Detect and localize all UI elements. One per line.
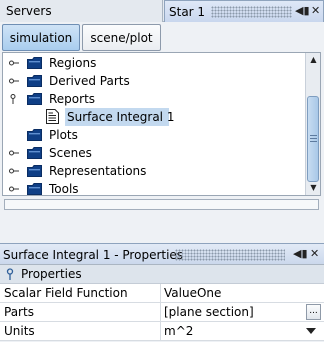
minimize-icon[interactable]: ◀▮: [293, 248, 308, 260]
close-icon[interactable]: ✕: [310, 248, 319, 260]
expanded-handle-icon[interactable]: [9, 94, 19, 104]
tree-item-surface-integral-1[interactable]: Surface Integral 1: [3, 108, 305, 126]
tree-item-label: Derived Parts: [49, 74, 130, 88]
tree-item-label: Plots: [49, 128, 78, 142]
tree-item-regions[interactable]: Regions: [3, 54, 305, 72]
subtab-scene-plot-label: scene/plot: [90, 31, 153, 45]
tab-servers-label: Servers: [6, 4, 52, 18]
drag-grip[interactable]: [211, 6, 292, 18]
property-key: Scalar Field Function: [4, 286, 128, 300]
folder-icon: [27, 129, 42, 141]
tree-vertical-scrollbar[interactable]: ▲ ▼: [305, 53, 320, 195]
column-divider: [160, 322, 161, 341]
scrollbar-thumb[interactable]: [307, 96, 319, 182]
tree-item-label: Surface Integral 1: [67, 110, 175, 124]
properties-panel-header: Surface Integral 1 - Properties ◀▮ ✕: [0, 243, 324, 265]
folder-icon: [27, 165, 42, 177]
column-divider: [160, 284, 161, 303]
minimize-icon[interactable]: ◀▮: [295, 5, 310, 17]
tree-item-tools[interactable]: Tools: [3, 180, 305, 198]
scroll-down-icon[interactable]: ▼: [306, 181, 321, 195]
tree-item-derived-parts[interactable]: Derived Parts: [3, 72, 305, 90]
folder-icon: [27, 57, 42, 69]
report-document-icon: [46, 109, 59, 124]
tree-item-label: Representations: [49, 164, 147, 178]
simulation-tree: Regions Derived Parts Reports Surface In…: [2, 52, 321, 196]
property-row-parts[interactable]: Parts [plane section] ...: [0, 303, 324, 322]
properties-empty-area: [0, 342, 324, 363]
subtab-simulation[interactable]: simulation: [2, 24, 80, 51]
chevron-down-icon[interactable]: [306, 328, 316, 334]
folder-icon: [27, 75, 42, 87]
folder-icon: [27, 183, 42, 195]
property-row-scalar-field-function[interactable]: Scalar Field Function ValueOne: [0, 284, 324, 303]
scroll-up-icon[interactable]: ▲: [306, 53, 321, 67]
tree-item-label: Reports: [49, 92, 96, 106]
folder-icon: [27, 147, 42, 159]
property-row-units[interactable]: Units m^2: [0, 322, 324, 341]
properties-section-header[interactable]: Properties: [0, 265, 324, 284]
pin-icon: [6, 268, 14, 280]
column-divider: [160, 303, 161, 322]
properties-panel-title: Surface Integral 1 - Properties: [3, 248, 184, 262]
property-key: Parts: [4, 305, 34, 319]
collapsed-handle-icon[interactable]: [9, 167, 19, 175]
tree-item-scenes[interactable]: Scenes: [3, 144, 305, 162]
subtab-simulation-label: simulation: [9, 31, 73, 45]
tree-item-label: Tools: [49, 182, 79, 196]
tree-item-label: Regions: [49, 56, 97, 70]
progress-bar: [4, 199, 319, 210]
property-key: Units: [4, 324, 35, 338]
property-value[interactable]: ValueOne: [164, 286, 221, 300]
drag-grip[interactable]: [175, 249, 285, 261]
close-icon[interactable]: ✕: [311, 5, 320, 17]
properties-section-label: Properties: [21, 267, 82, 281]
tree-item-plots[interactable]: Plots: [3, 126, 305, 144]
collapsed-handle-icon[interactable]: [9, 77, 19, 85]
property-value[interactable]: [plane section]: [164, 305, 254, 319]
tab-star-1[interactable]: Star 1 ◀▮ ✕: [164, 0, 324, 22]
collapsed-handle-icon[interactable]: [9, 59, 19, 67]
units-dropdown-value[interactable]: m^2: [164, 324, 193, 338]
tree-item-representations[interactable]: Representations: [3, 162, 305, 180]
tree-item-reports[interactable]: Reports: [3, 90, 305, 108]
tree-item-label: Scenes: [49, 146, 92, 160]
collapsed-handle-icon[interactable]: [9, 185, 19, 193]
tab-servers[interactable]: Servers: [0, 0, 163, 22]
tab-star-1-label: Star 1: [169, 5, 206, 19]
collapsed-handle-icon[interactable]: [9, 149, 19, 157]
subtab-scene-plot[interactable]: scene/plot: [82, 24, 161, 51]
folder-icon: [27, 93, 42, 105]
parts-edit-button[interactable]: ...: [306, 304, 321, 320]
